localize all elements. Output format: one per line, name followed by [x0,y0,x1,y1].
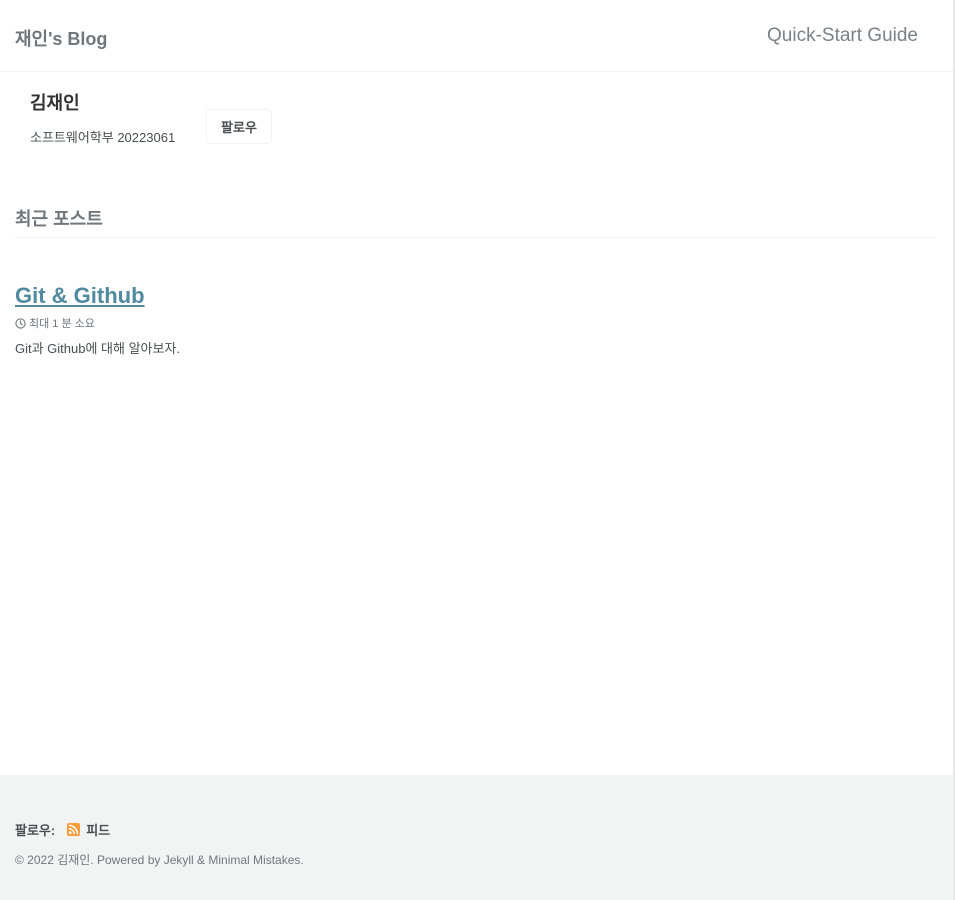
footer-feed-link[interactable]: 피드 [86,820,110,839]
post-meta: 최대 1 분 소요 [15,315,95,331]
recent-posts-title: 최근 포스트 [15,209,103,229]
footer-follow-label: 팔로우: [15,823,56,838]
footer-follow: 팔로우: 피드 [15,820,110,839]
section-divider [15,237,936,238]
rss-icon[interactable] [67,823,81,836]
post-excerpt: Git과 Github에 대해 알아보자. [15,341,181,356]
page-footer: 팔로우: 피드 © 2022 김재인. Powered by Jekyll & … [0,775,955,900]
footer-copyright: © 2022 김재인. Powered by Jekyll & Minimal … [15,853,304,867]
author-bio: 소프트웨어학부 20223061 [30,130,176,145]
site-title-link[interactable]: 재인's Blog [15,25,107,51]
author-name: 김재인 [30,93,80,113]
clock-icon [15,317,26,329]
nav-quick-start-guide[interactable]: Quick-Start Guide [767,25,918,47]
follow-button[interactable]: 팔로우 [206,109,272,144]
post-read-time: 최대 1 분 소요 [29,318,95,330]
masthead: 재인's Blog Quick-Start Guide [0,0,955,72]
post-title-link[interactable]: Git & Github [15,283,145,309]
